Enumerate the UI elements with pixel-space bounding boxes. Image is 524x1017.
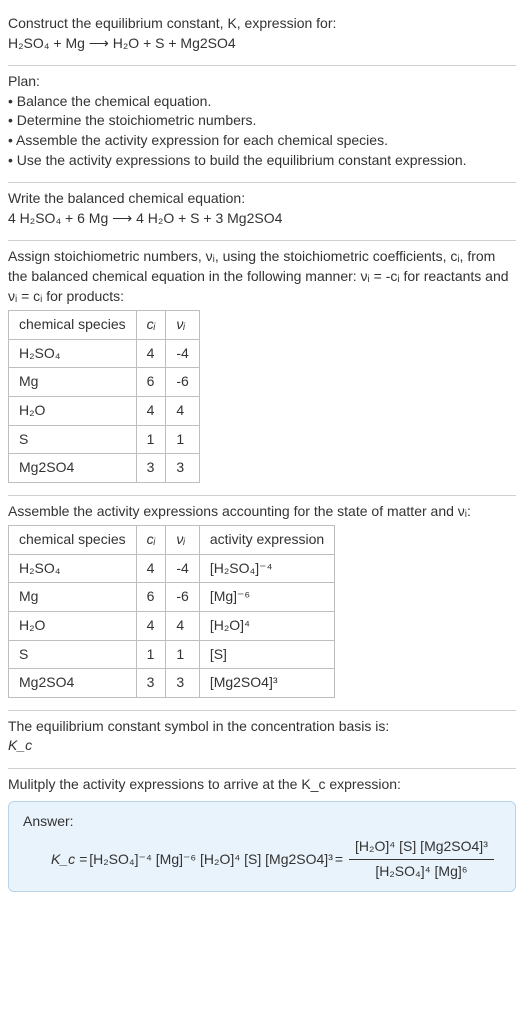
cell-species: S [9,640,137,669]
table-row: Mg2SO4 3 3 [9,454,200,483]
cell-vi: -6 [166,368,199,397]
kc-numerator: [H₂O]⁴ [S] [Mg2SO4]³ [349,837,494,860]
cell-expr: [Mg]⁻⁶ [199,583,334,612]
table-row: Mg2SO4 3 3 [Mg2SO4]³ [9,669,335,698]
cell-expr: [S] [199,640,334,669]
table-row: Mg 6 -6 [Mg]⁻⁶ [9,583,335,612]
balanced-heading: Write the balanced chemical equation: [8,189,516,209]
cell-species: Mg [9,583,137,612]
cell-ci: 6 [136,583,166,612]
cell-vi: -4 [166,339,199,368]
cell-ci: 3 [136,669,166,698]
plan-item-1: • Balance the chemical equation. [8,92,516,112]
th-species: chemical species [9,311,137,340]
cell-vi: -4 [166,554,199,583]
activity-intro: Assemble the activity expressions accoun… [8,502,516,522]
plan-item-2: • Determine the stoichiometric numbers. [8,111,516,131]
stoich-intro: Assign stoichiometric numbers, νᵢ, using… [8,247,516,306]
section-balanced: Write the balanced chemical equation: 4 … [8,183,516,241]
cell-expr: [H₂SO₄]⁻⁴ [199,554,334,583]
table-row: Mg 6 -6 [9,368,200,397]
table-row: H₂SO₄ 4 -4 [9,339,200,368]
th-ci: cᵢ [136,526,166,555]
table-row: S 1 1 [S] [9,640,335,669]
section-ksymbol: The equilibrium constant symbol in the c… [8,711,516,769]
cell-ci: 3 [136,454,166,483]
cell-ci: 1 [136,425,166,454]
cell-species: Mg2SO4 [9,454,137,483]
cell-species: H₂SO₄ [9,339,137,368]
table-row: H₂O 4 4 [9,396,200,425]
kc-label: K_c = [51,850,87,870]
cell-species: H₂O [9,396,137,425]
th-ci: cᵢ [136,311,166,340]
section-final: Mulitply the activity expressions to arr… [8,769,516,904]
ksymbol-symbol: K_c [8,736,516,756]
kc-fraction: [H₂O]⁴ [S] [Mg2SO4]³ [H₂SO₄]⁴ [Mg]⁶ [349,837,494,881]
cell-ci: 4 [136,554,166,583]
table-row: H₂SO₄ 4 -4 [H₂SO₄]⁻⁴ [9,554,335,583]
final-intro: Mulitply the activity expressions to arr… [8,775,516,795]
equals-sign: = [335,850,343,870]
kc-denominator: [H₂SO₄]⁴ [Mg]⁶ [349,860,494,882]
intro-text: Construct the equilibrium constant, K, e… [8,15,336,31]
cell-vi: 1 [166,425,199,454]
cell-ci: 6 [136,368,166,397]
th-expr: activity expression [199,526,334,555]
table-header-row: chemical species cᵢ νᵢ activity expressi… [9,526,335,555]
section-plan: Plan: • Balance the chemical equation. •… [8,66,516,183]
cell-vi: 1 [166,640,199,669]
kc-product-form: [H₂SO₄]⁻⁴ [Mg]⁻⁶ [H₂O]⁴ [S] [Mg2SO4]³ [89,850,333,870]
activity-table: chemical species cᵢ νᵢ activity expressi… [8,525,335,698]
cell-vi: 4 [166,396,199,425]
answer-box: Answer: K_c = [H₂SO₄]⁻⁴ [Mg]⁻⁶ [H₂O]⁴ [S… [8,801,516,893]
cell-ci: 4 [136,396,166,425]
cell-vi: -6 [166,583,199,612]
cell-ci: 1 [136,640,166,669]
intro-equation: H₂SO₄ + Mg ⟶ H₂O + S + Mg2SO4 [8,34,516,54]
ksymbol-line: The equilibrium constant symbol in the c… [8,717,516,737]
th-species: chemical species [9,526,137,555]
cell-species: Mg [9,368,137,397]
plan-item-3: • Assemble the activity expression for e… [8,131,516,151]
cell-species: S [9,425,137,454]
cell-ci: 4 [136,612,166,641]
cell-expr: [H₂O]⁴ [199,612,334,641]
stoich-table: chemical species cᵢ νᵢ H₂SO₄ 4 -4 Mg 6 -… [8,310,200,483]
cell-ci: 4 [136,339,166,368]
section-stoich: Assign stoichiometric numbers, νᵢ, using… [8,241,516,495]
table-header-row: chemical species cᵢ νᵢ [9,311,200,340]
balanced-equation: 4 H₂SO₄ + 6 Mg ⟶ 4 H₂O + S + 3 Mg2SO4 [8,209,516,229]
section-activity: Assemble the activity expressions accoun… [8,496,516,711]
section-intro: Construct the equilibrium constant, K, e… [8,8,516,66]
th-vi: νᵢ [166,526,199,555]
cell-expr: [Mg2SO4]³ [199,669,334,698]
cell-vi: 3 [166,669,199,698]
cell-species: H₂O [9,612,137,641]
plan-heading: Plan: [8,72,516,92]
cell-vi: 4 [166,612,199,641]
cell-species: Mg2SO4 [9,669,137,698]
th-vi: νᵢ [166,311,199,340]
cell-vi: 3 [166,454,199,483]
intro-line: Construct the equilibrium constant, K, e… [8,14,516,34]
cell-species: H₂SO₄ [9,554,137,583]
table-row: H₂O 4 4 [H₂O]⁴ [9,612,335,641]
table-row: S 1 1 [9,425,200,454]
plan-item-4: • Use the activity expressions to build … [8,151,516,171]
answer-label: Answer: [23,812,501,832]
kc-expression: K_c = [H₂SO₄]⁻⁴ [Mg]⁻⁶ [H₂O]⁴ [S] [Mg2SO… [51,837,501,881]
